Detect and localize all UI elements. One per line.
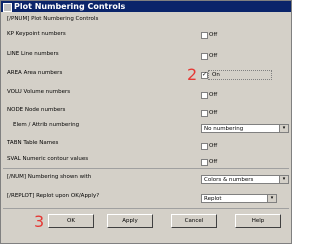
volu-checkbox-label: Off: [209, 92, 218, 98]
num-shown-select[interactable]: Colors & numbers ▾: [201, 175, 289, 184]
apply-button[interactable]: Apply: [107, 214, 153, 228]
tabn-checkbox[interactable]: [201, 143, 208, 150]
command-header: [/PNUM] Plot Numbering Controls: [7, 16, 99, 22]
num-shown-label: [/NUM] Numbering shown with: [7, 174, 92, 180]
elem-attrib-value: No numbering: [204, 126, 244, 132]
plot-numbering-dialog: Plot Numbering Controls [/PNUM] Plot Num…: [0, 0, 292, 244]
row-label-tabn: TABN Table Names: [7, 140, 59, 146]
node-checkbox-label: Off: [209, 110, 218, 116]
sval-checkbox[interactable]: [201, 159, 208, 166]
line-checkbox-label: Off: [209, 53, 218, 59]
window-title: Plot Numbering Controls: [14, 2, 126, 11]
chevron-down-icon[interactable]: ▾: [279, 176, 288, 183]
kp-checkbox-label: Off: [209, 32, 218, 38]
replot-value: Replot: [204, 196, 222, 202]
replot-label: [/REPLOT] Replot upon OK/Apply?: [7, 193, 100, 199]
num-shown-value: Colors & numbers: [204, 177, 254, 183]
row-label-volu: VOLU Volume numbers: [7, 89, 71, 95]
chevron-down-icon[interactable]: ▾: [267, 195, 276, 202]
replot-select[interactable]: Replot ▾: [201, 194, 277, 203]
app-icon: [3, 3, 12, 12]
elem-attrib-select[interactable]: No numbering ▾: [201, 124, 289, 133]
row-label-kp: KP Keypoint numbers: [7, 31, 66, 37]
node-checkbox[interactable]: [201, 110, 208, 117]
help-button[interactable]: Help: [235, 214, 281, 228]
title-bar[interactable]: Plot Numbering Controls: [1, 1, 291, 12]
line-checkbox[interactable]: [201, 53, 208, 60]
divider: [3, 208, 289, 209]
row-label-area: AREA Area numbers: [7, 70, 63, 76]
sval-checkbox-label: Off: [209, 159, 218, 165]
area-checkbox-focus: On: [208, 70, 272, 80]
area-checkbox-label: On: [212, 72, 220, 78]
row-label-line: LINE Line numbers: [7, 51, 59, 57]
area-checkbox[interactable]: [201, 71, 208, 79]
callout-step-2: 2: [187, 65, 198, 84]
tabn-checkbox-label: Off: [209, 143, 218, 149]
ok-button[interactable]: OK: [48, 214, 94, 228]
callout-step-3: 3: [34, 212, 45, 231]
chevron-down-icon[interactable]: ▾: [279, 125, 288, 132]
row-label-sval: SVAL Numeric contour values: [7, 156, 89, 162]
kp-checkbox[interactable]: [201, 32, 208, 39]
cancel-button[interactable]: Cancel: [171, 214, 217, 228]
volu-checkbox[interactable]: [201, 92, 208, 99]
divider: [3, 168, 289, 169]
row-label-node: NODE Node numbers: [7, 107, 66, 113]
elem-attrib-label: Elem / Attrib numbering: [13, 122, 80, 128]
